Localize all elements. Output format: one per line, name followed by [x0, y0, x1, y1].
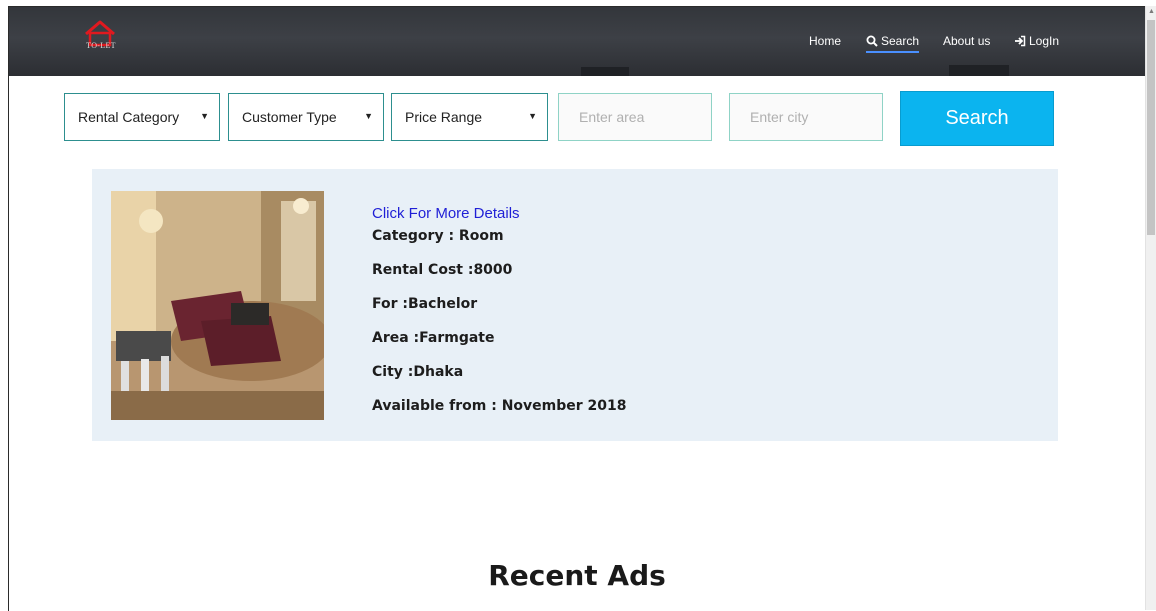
nav-search-label: Search: [881, 34, 920, 48]
browser-viewport: TO-LET Home Search About us LogIn Rental…: [8, 6, 1145, 611]
rental-category-value: Rental Category: [78, 109, 180, 125]
city-input[interactable]: [729, 93, 883, 141]
nav-home-label: Home: [809, 34, 842, 48]
rental-category-select[interactable]: Rental Category ▼: [64, 93, 220, 141]
sign-in-icon: [1015, 35, 1026, 47]
dropdown-caret-icon: ▼: [364, 111, 373, 121]
scroll-up-arrow-icon[interactable]: ▲: [1148, 8, 1155, 15]
main-nav: Home Search About us LogIn: [9, 34, 1145, 54]
customer-type-select[interactable]: Customer Type ▼: [228, 93, 384, 141]
search-button[interactable]: Search: [900, 91, 1054, 146]
listing-category: Category : Room: [372, 228, 504, 244]
listing-for: For :Bachelor: [372, 296, 478, 312]
more-details-link[interactable]: Click For More Details: [372, 205, 520, 222]
listing-available: Available from : November 2018: [372, 398, 627, 414]
area-input[interactable]: [558, 93, 712, 141]
customer-type-value: Customer Type: [242, 109, 337, 125]
vertical-scrollbar[interactable]: ▲: [1145, 6, 1156, 610]
listing-rental-cost: Rental Cost :8000: [372, 262, 513, 278]
search-icon: [866, 35, 878, 47]
nav-search[interactable]: Search: [866, 34, 920, 53]
nav-home[interactable]: Home: [809, 34, 841, 48]
nav-about-us[interactable]: About us: [943, 34, 990, 48]
nav-login[interactable]: LogIn: [1014, 34, 1059, 48]
header-background-building: [581, 67, 629, 76]
nav-login-label: LogIn: [1029, 34, 1060, 48]
scrollbar-thumb[interactable]: [1147, 20, 1155, 235]
nav-about-us-label: About us: [943, 34, 991, 48]
living-room-photo: [111, 191, 324, 420]
recent-ads-heading: Recent Ads: [488, 559, 666, 592]
price-range-select[interactable]: Price Range ▼: [391, 93, 548, 141]
site-header: TO-LET Home Search About us LogIn: [9, 7, 1145, 76]
listing-area: Area :Farmgate: [372, 330, 495, 346]
header-background-building: [949, 65, 1009, 76]
listing-photo[interactable]: [111, 191, 324, 420]
listing-city: City :Dhaka: [372, 364, 464, 380]
price-range-value: Price Range: [405, 109, 483, 125]
dropdown-caret-icon: ▼: [528, 111, 537, 121]
listing-card: Click For More Details Category : Room R…: [92, 169, 1058, 441]
dropdown-caret-icon: ▼: [200, 111, 209, 121]
